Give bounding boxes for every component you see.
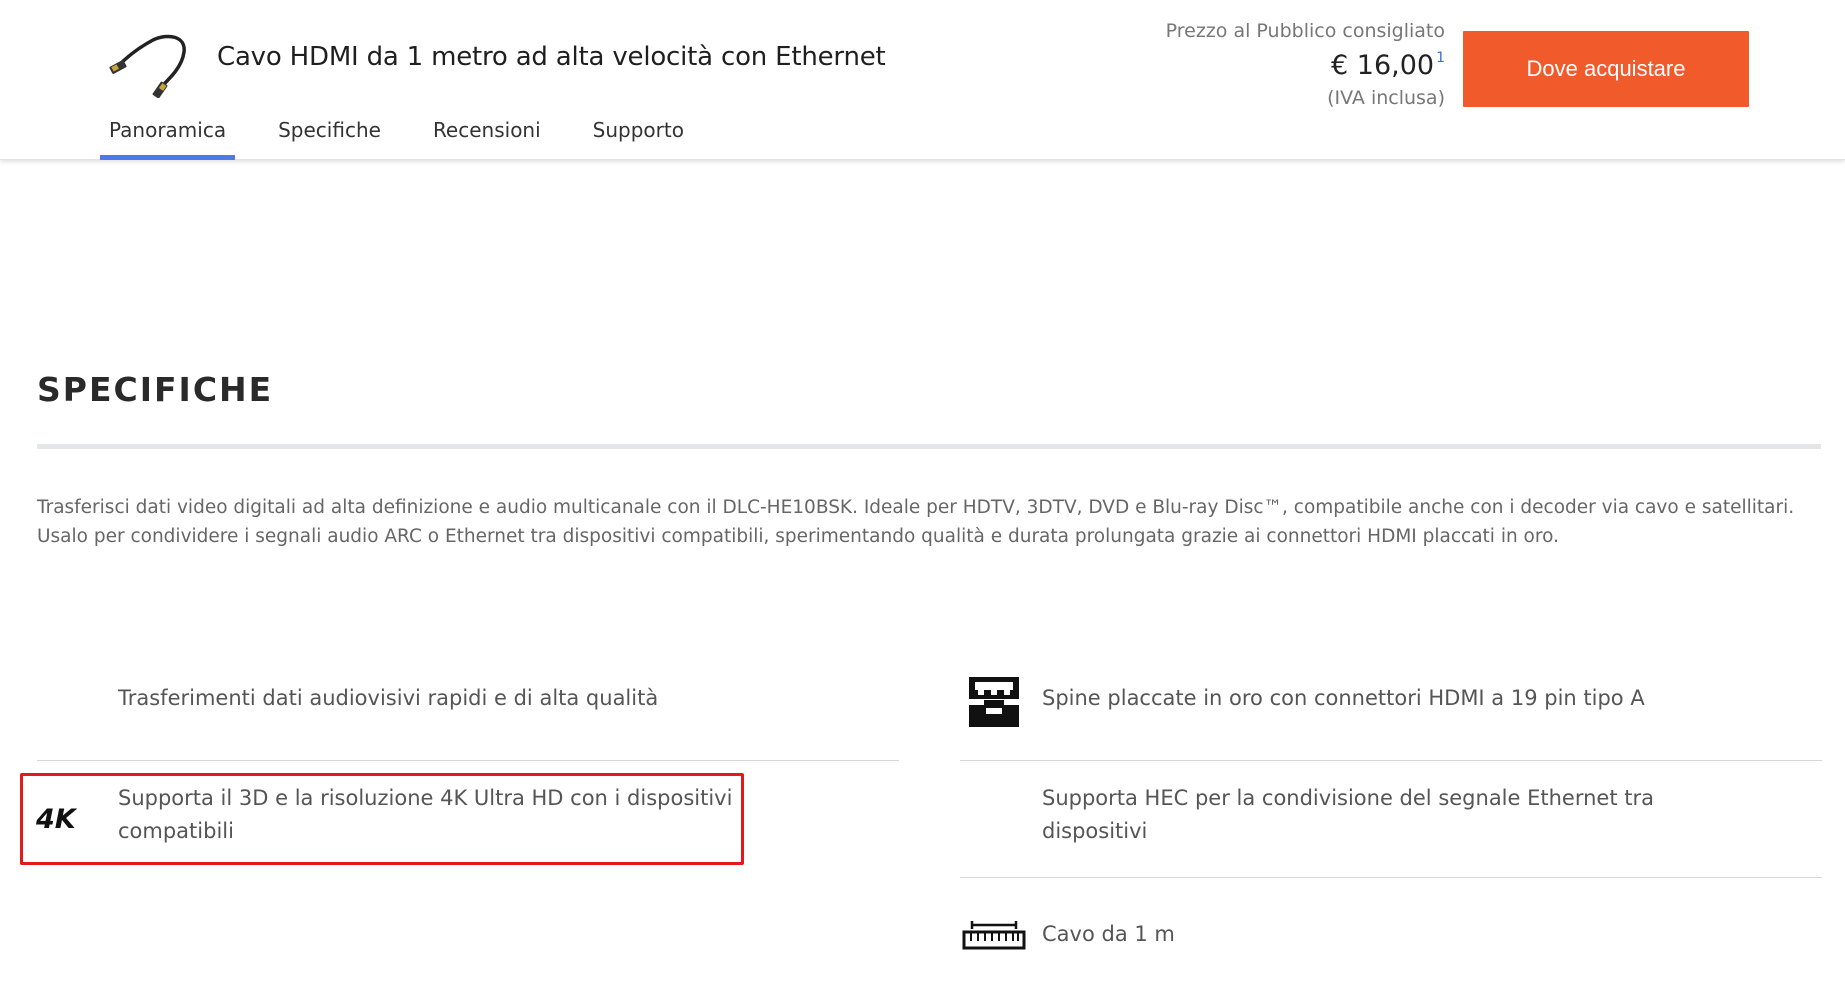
tab-recensioni[interactable]: Recensioni xyxy=(424,112,550,160)
feature-text: Cavo da 1 m xyxy=(1042,922,1175,946)
product-title: Cavo HDMI da 1 metro ad alta velocità co… xyxy=(217,42,886,72)
price-block: Prezzo al Pubblico consigliato € 16,00 1 … xyxy=(1105,20,1445,109)
hdmi-cable-thumbnail xyxy=(108,28,194,99)
section-divider xyxy=(37,444,1821,449)
section-title: SPECIFICHE xyxy=(37,370,274,409)
sticky-product-header: Cavo HDMI da 1 metro ad alta velocità co… xyxy=(0,0,1845,160)
feature-item: Spine placcate in oro con connettori HDM… xyxy=(1042,682,1645,715)
product-tabs: Panoramica Specifiche Recensioni Support… xyxy=(100,112,727,160)
price-footnote-link[interactable]: 1 xyxy=(1436,50,1445,66)
price-amount: € 16,00 xyxy=(1331,50,1435,81)
tab-specifiche[interactable]: Specifiche xyxy=(269,112,390,160)
feature-divider xyxy=(960,877,1822,878)
where-to-buy-button[interactable]: Dove acquistare xyxy=(1463,31,1749,107)
price-value: € 16,00 1 xyxy=(1105,50,1445,81)
feature-item: Cavo da 1 m xyxy=(1042,918,1175,951)
price-vat-note: (IVA inclusa) xyxy=(1327,87,1445,109)
feature-text: Trasferimenti dati audiovisivi rapidi e … xyxy=(118,686,659,710)
hdmi-connector-icon xyxy=(966,675,1022,729)
feature-item: Supporta HEC per la condivisione del seg… xyxy=(1042,782,1722,848)
feature-divider xyxy=(960,760,1822,761)
price-label: Prezzo al Pubblico consigliato xyxy=(1165,20,1445,42)
product-description: Trasferisci dati video digitali ad alta … xyxy=(37,497,1795,547)
feature-text: Spine placcate in oro con connettori HDM… xyxy=(1042,686,1645,710)
feature-text: Supporta HEC per la condivisione del seg… xyxy=(1042,786,1654,843)
tab-panoramica[interactable]: Panoramica xyxy=(100,112,236,160)
ruler-icon xyxy=(962,918,1026,952)
feature-item: Trasferimenti dati audiovisivi rapidi e … xyxy=(118,682,658,715)
highlight-box xyxy=(20,773,744,865)
feature-divider xyxy=(37,760,899,761)
tab-supporto[interactable]: Supporto xyxy=(584,112,693,160)
